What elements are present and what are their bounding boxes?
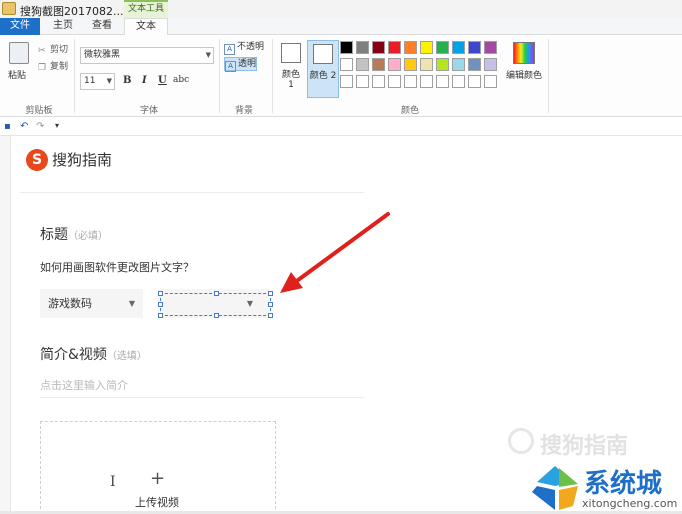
arrow-shaft [292,212,390,285]
red-arrow-annotation [280,212,390,293]
site-url: xitongcheng.com [582,497,678,510]
arrow-head [280,272,303,293]
site-name: 系统城 [584,469,663,499]
